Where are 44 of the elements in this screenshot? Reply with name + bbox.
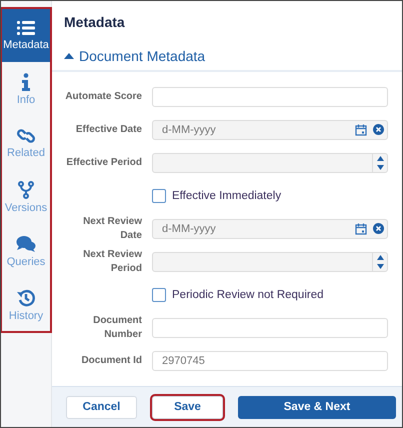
clear-icon[interactable] bbox=[373, 223, 384, 234]
date-field[interactable]: d-MM-yyyy bbox=[152, 120, 388, 140]
primary-button[interactable]: Save & Next bbox=[238, 396, 396, 418]
field-label: Effective Date bbox=[74, 122, 142, 136]
field-label: Automate Score bbox=[64, 90, 142, 104]
sidebar-tab[interactable]: Related bbox=[1, 116, 51, 170]
clear-icon[interactable] bbox=[373, 124, 384, 135]
collapse-icon[interactable] bbox=[64, 53, 74, 59]
input-field[interactable]: 2970745 bbox=[152, 350, 388, 370]
up-icon[interactable] bbox=[376, 254, 384, 260]
field-label: Effective Period bbox=[65, 156, 142, 170]
calendar-icon[interactable] bbox=[355, 222, 367, 234]
list-icon bbox=[17, 20, 35, 36]
checkbox-label: Effective Immediately bbox=[172, 190, 282, 202]
field-label: Document Id bbox=[80, 354, 142, 368]
input-field[interactable] bbox=[152, 86, 388, 106]
input-field[interactable] bbox=[152, 318, 388, 338]
sidebar-tab[interactable]: Versions bbox=[1, 170, 51, 224]
number-field[interactable] bbox=[152, 152, 388, 172]
history-icon bbox=[17, 288, 35, 306]
panel-title: Metadata bbox=[63, 13, 126, 32]
down-icon[interactable] bbox=[376, 164, 384, 170]
field-label: Next Review Period bbox=[82, 248, 142, 275]
checkbox[interactable] bbox=[152, 188, 166, 202]
chat-icon bbox=[16, 234, 36, 252]
sidebar-tab[interactable]: Queries bbox=[1, 224, 51, 278]
section-title[interactable]: Document Metadata bbox=[79, 48, 206, 64]
date-field[interactable]: d-MM-yyyy bbox=[152, 218, 388, 238]
sidebar-tab[interactable]: History bbox=[1, 278, 51, 332]
calendar-icon[interactable] bbox=[355, 124, 367, 136]
link-icon bbox=[17, 128, 35, 144]
field-label: Document Number bbox=[92, 314, 142, 341]
secondary-button[interactable]: Cancel bbox=[66, 396, 137, 418]
checkbox-label: Periodic Review not Required bbox=[172, 288, 324, 300]
field-label: Next Review Date bbox=[82, 215, 142, 242]
sidebar-tab[interactable]: Metadata bbox=[1, 8, 51, 62]
branch-icon bbox=[18, 180, 34, 198]
down-icon[interactable] bbox=[376, 264, 384, 268]
number-field[interactable] bbox=[152, 252, 388, 272]
sidebar-tab[interactable]: Info bbox=[1, 62, 51, 116]
checkbox[interactable] bbox=[152, 288, 166, 302]
up-icon[interactable] bbox=[376, 156, 384, 160]
info-icon bbox=[21, 72, 31, 90]
secondary-button[interactable]: Save bbox=[152, 396, 223, 418]
